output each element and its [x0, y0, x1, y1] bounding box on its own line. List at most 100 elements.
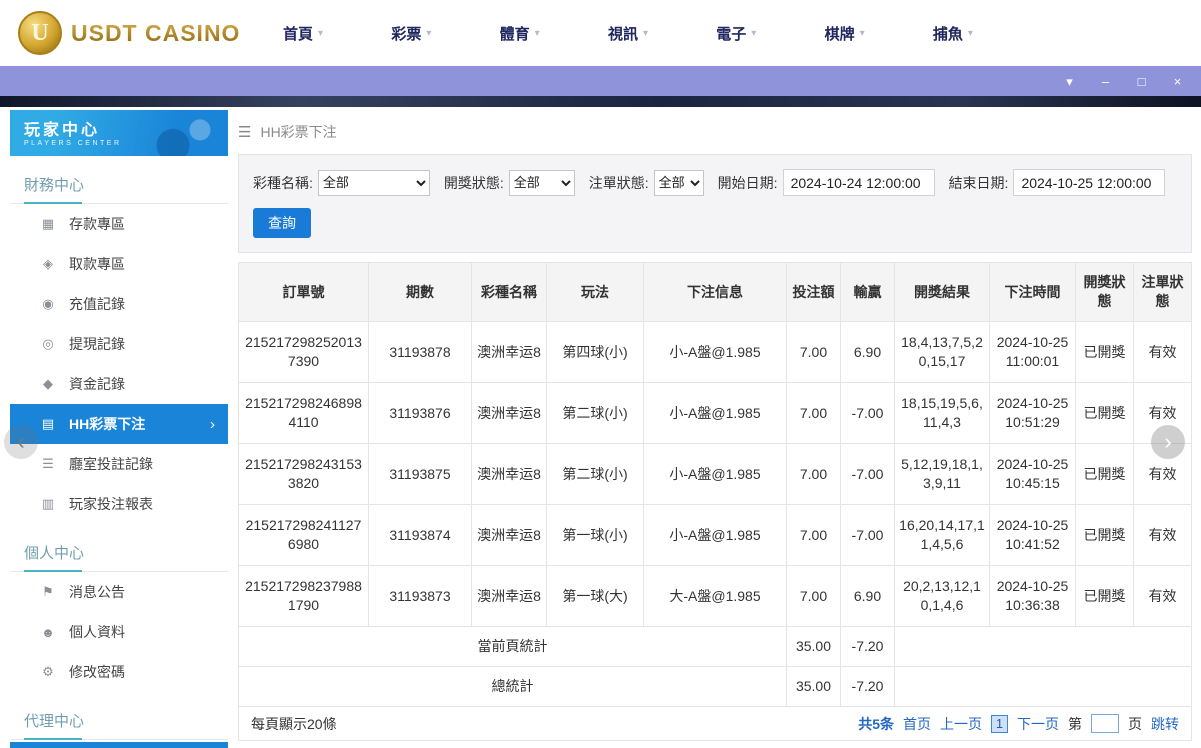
page-jump-input[interactable] — [1091, 714, 1119, 733]
sidebar-item-label: 資金記錄 — [69, 376, 125, 392]
lottery-select[interactable]: 全部 — [317, 169, 430, 196]
cell-info: 小-A盤@1.985 — [643, 382, 787, 444]
table-row: 2152172982468984110 31193876 澳洲幸运8 第二球(小) 小-… — [238, 382, 1192, 444]
nav-item-slots[interactable]: 電子 ▾ — [716, 23, 756, 44]
collapse-icon[interactable]: ▾ — [1062, 75, 1077, 88]
cell-draw_status: 已開獎 — [1075, 504, 1134, 566]
cell-order_status: 有效 — [1133, 565, 1192, 627]
sidebar-item-label: 提現記錄 — [69, 336, 125, 352]
next-page-link[interactable]: 下一页 — [1017, 714, 1059, 734]
logo[interactable]: U USDT CASINO — [18, 11, 253, 55]
sidebar-menu: 財務中心 ▦ 存款專區 ◈ 取款專區 ◉ 充值記錄 ◎ 提現記錄 ◆ 資金記錄 ▤ HH彩票下注 › ☰ 廳室… — [10, 174, 228, 740]
nav-item-live[interactable]: 視訊 ▾ — [608, 23, 648, 44]
summary-bet-total: 35.00 — [786, 626, 841, 667]
sidebar-item-hh-lottery-bet[interactable]: ▤ HH彩票下注 › — [10, 404, 228, 444]
cell-order: 2152172982379881790 — [238, 565, 369, 627]
summary-bet-total: 35.00 — [786, 666, 841, 707]
pagination: 共5条 首页 上一页 1 下一页 第 页 跳转 — [858, 714, 1179, 734]
sidebar: 玩家中心 PLAYERS CENTER 財務中心 ▦ 存款專區 ◈ 取款專區 ◉ 充值記錄 ◎… — [10, 110, 228, 748]
query-button[interactable]: 查詢 — [253, 208, 311, 238]
nav-item-cards[interactable]: 棋牌 ▾ — [825, 23, 865, 44]
cell-bet: 7.00 — [786, 382, 841, 444]
end-date-input[interactable] — [1013, 169, 1166, 196]
cell-bet: 7.00 — [786, 443, 841, 505]
sidebar-item-deposit[interactable]: ▦ 存款專區 — [10, 204, 228, 244]
maximize-icon[interactable]: □ — [1134, 75, 1149, 88]
sidebar-item-label: 取款專區 — [69, 256, 125, 272]
nav-item-label: 首頁 — [283, 25, 314, 43]
cell-play: 第一球(大) — [546, 565, 644, 627]
first-page-link[interactable]: 首页 — [903, 714, 931, 734]
sidebar-item-funds-record[interactable]: ◆ 資金記錄 — [10, 364, 228, 404]
carousel-right-arrow[interactable]: › — [1151, 425, 1185, 459]
cell-play: 第四球(小) — [546, 321, 644, 383]
withdraw-icon: ◈ — [43, 256, 53, 271]
jump-suffix-label: 页 — [1128, 715, 1142, 732]
withdraw-record-icon: ◎ — [42, 336, 54, 351]
cell-order: 2152172982468984110 — [238, 382, 369, 444]
draw-status-filter-label: 開獎狀態: — [443, 174, 504, 191]
nav-item-sports[interactable]: 體育 ▾ — [500, 23, 540, 44]
summary-empty — [894, 666, 1192, 707]
cell-period: 31193876 — [368, 382, 472, 444]
cell-winloss: -7.00 — [840, 504, 895, 566]
sidebar-item-player-bet-report[interactable]: ▥ 玩家投注報表 — [10, 484, 228, 524]
sidebar-section-title[interactable]: 代理中心 — [10, 710, 228, 740]
sidebar-item-announcements[interactable]: ⚑ 消息公告 — [10, 572, 228, 612]
nav-item-fishing[interactable]: 捕魚 ▾ — [933, 23, 973, 44]
table-row: 2152172982411276980 31193874 澳洲幸运8 第一球(小) 小-… — [238, 504, 1192, 566]
summary-label: 總統計 — [238, 666, 787, 707]
close-icon[interactable]: × — [1170, 75, 1185, 88]
start-date-input[interactable] — [782, 169, 935, 196]
sidebar-item-label: 消息公告 — [69, 584, 125, 600]
cell-bet: 7.00 — [786, 565, 841, 627]
sidebar-item-label: 修改密碼 — [69, 664, 125, 680]
order-status-select[interactable]: 全部 — [653, 169, 704, 196]
cell-period: 31193873 — [368, 565, 472, 627]
bets-table-container: 訂單號 期數 彩種名稱 玩法 下注信息 投注額 輸贏 開獎結果 下注時間 開獎狀態 注單狀態 215… — [238, 262, 1192, 741]
carousel-left-arrow[interactable]: ‹ — [4, 425, 38, 459]
cell-time: 2024-10-25 11:00:01 — [989, 321, 1076, 383]
sidebar-item-withdraw-record[interactable]: ◎ 提現記錄 — [10, 324, 228, 364]
funds-record-icon: ◆ — [43, 376, 53, 391]
minimize-icon[interactable]: – — [1098, 75, 1113, 88]
chevron-down-icon: ▾ — [642, 27, 648, 39]
cell-period: 31193878 — [368, 321, 472, 383]
sidebar-item-recharge-record[interactable]: ◉ 充值記錄 — [10, 284, 228, 324]
cell-order_status: 有效 — [1133, 504, 1192, 566]
cell-winloss: 6.90 — [840, 321, 895, 383]
summary-empty — [894, 626, 1192, 667]
per-page-label: 每頁顯示20條 — [251, 715, 337, 732]
sidebar-item-change-password[interactable]: ⚙ 修改密碼 — [10, 652, 228, 692]
bets-table: 訂單號 期數 彩種名稱 玩法 下注信息 投注額 輸贏 開獎結果 下注時間 開獎狀態 注單狀態 215… — [238, 262, 1192, 707]
sidebar-section-title[interactable]: 財務中心 — [10, 174, 228, 204]
lottery-filter-label: 彩種名稱: — [253, 174, 313, 191]
cell-lottery: 澳洲幸运8 — [471, 565, 547, 627]
sidebar-section-title[interactable]: 個人中心 — [10, 542, 228, 572]
nav-item-home[interactable]: 首頁 ▾ — [283, 23, 323, 44]
sidebar-item-withdraw[interactable]: ◈ 取款專區 — [10, 244, 228, 284]
chevron-down-icon: ▾ — [967, 27, 973, 39]
cell-play: 第二球(小) — [546, 443, 644, 505]
draw-status-select[interactable]: 全部 — [508, 169, 575, 196]
sidebar-item-label: HH彩票下注 — [69, 416, 146, 432]
column-header: 注單狀態 — [1133, 262, 1192, 322]
current-page[interactable]: 1 — [991, 714, 1008, 733]
report-icon: ▥ — [41, 496, 55, 511]
cell-order: 2152172982520137390 — [238, 321, 369, 383]
nav-item-lottery[interactable]: 彩票 ▾ — [391, 23, 431, 44]
chevron-down-icon: ▾ — [318, 27, 324, 39]
jump-button[interactable]: 跳转 — [1151, 714, 1179, 734]
sidebar-item-room-bet-record[interactable]: ☰ 廳室投註記錄 — [10, 444, 228, 484]
table-footer: 每頁顯示20條 共5条 首页 上一页 1 下一页 第 页 跳转 — [238, 707, 1192, 741]
cell-draw_status: 已開獎 — [1075, 443, 1134, 505]
nav-item-label: 棋牌 — [824, 25, 855, 43]
prev-page-link[interactable]: 上一页 — [940, 714, 982, 734]
column-header: 下注信息 — [643, 262, 787, 322]
filter-panel: 彩種名稱: 全部 開獎狀態: 全部 注單狀態: 全部 開始日期: 2024-10… — [238, 154, 1192, 253]
sidebar-item-profile[interactable]: ☻ 個人資料 — [10, 612, 228, 652]
table-body: 2152172982520137390 31193878 澳洲幸运8 第四球(小) 小-… — [238, 321, 1192, 707]
column-header: 下注時間 — [989, 262, 1076, 322]
top-header: U USDT CASINO 首頁 ▾ 彩票 ▾ 體育 ▾ 視訊 ▾ 電子 ▾ 棋牌 ▾ 捕魚 ▾ — [0, 0, 1201, 66]
cell-period: 31193874 — [368, 504, 472, 566]
